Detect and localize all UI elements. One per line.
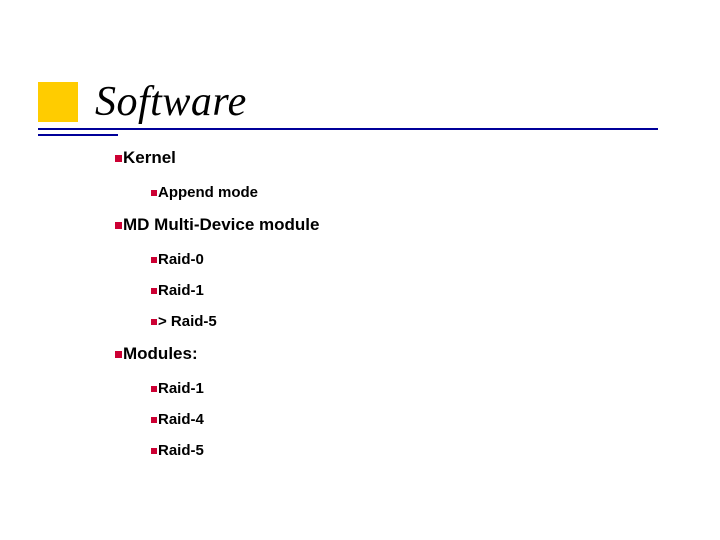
list-item: Raid-0 bbox=[151, 251, 319, 268]
title-area: Software bbox=[95, 78, 247, 126]
list-item: Raid-4 bbox=[151, 411, 319, 428]
list-item-label: > Raid-5 bbox=[158, 313, 217, 330]
content-list: Kernel Append mode MD Multi-Device modul… bbox=[115, 148, 319, 473]
title-underline-primary bbox=[38, 128, 658, 130]
bullet-icon bbox=[151, 288, 157, 294]
page-title: Software bbox=[95, 78, 247, 126]
title-underline-secondary bbox=[38, 134, 118, 136]
list-item-label: Raid-4 bbox=[158, 411, 204, 428]
bullet-icon bbox=[151, 319, 157, 325]
bullet-icon bbox=[115, 222, 122, 229]
list-item-label: MD Multi-Device module bbox=[123, 215, 319, 235]
list-item-label: Append mode bbox=[158, 184, 258, 201]
list-item: Kernel bbox=[115, 148, 319, 168]
list-item: Raid-1 bbox=[151, 380, 319, 397]
list-item-label: Raid-1 bbox=[158, 380, 204, 397]
list-item-label: Modules: bbox=[123, 344, 198, 364]
list-item: Raid-5 bbox=[151, 442, 319, 459]
list-item: Raid-1 bbox=[151, 282, 319, 299]
bullet-icon bbox=[151, 257, 157, 263]
list-item: > Raid-5 bbox=[151, 313, 319, 330]
list-item: Modules: bbox=[115, 344, 319, 364]
list-item-label: Kernel bbox=[123, 148, 176, 168]
bullet-icon bbox=[115, 351, 122, 358]
bullet-icon bbox=[151, 448, 157, 454]
list-item: Append mode bbox=[151, 184, 319, 201]
bullet-icon bbox=[151, 417, 157, 423]
bullet-icon bbox=[115, 155, 122, 162]
bullet-icon bbox=[151, 386, 157, 392]
list-item-label: Raid-5 bbox=[158, 442, 204, 459]
bullet-icon bbox=[151, 190, 157, 196]
list-item-label: Raid-0 bbox=[158, 251, 204, 268]
list-item: MD Multi-Device module bbox=[115, 215, 319, 235]
list-item-label: Raid-1 bbox=[158, 282, 204, 299]
accent-square bbox=[38, 82, 78, 122]
